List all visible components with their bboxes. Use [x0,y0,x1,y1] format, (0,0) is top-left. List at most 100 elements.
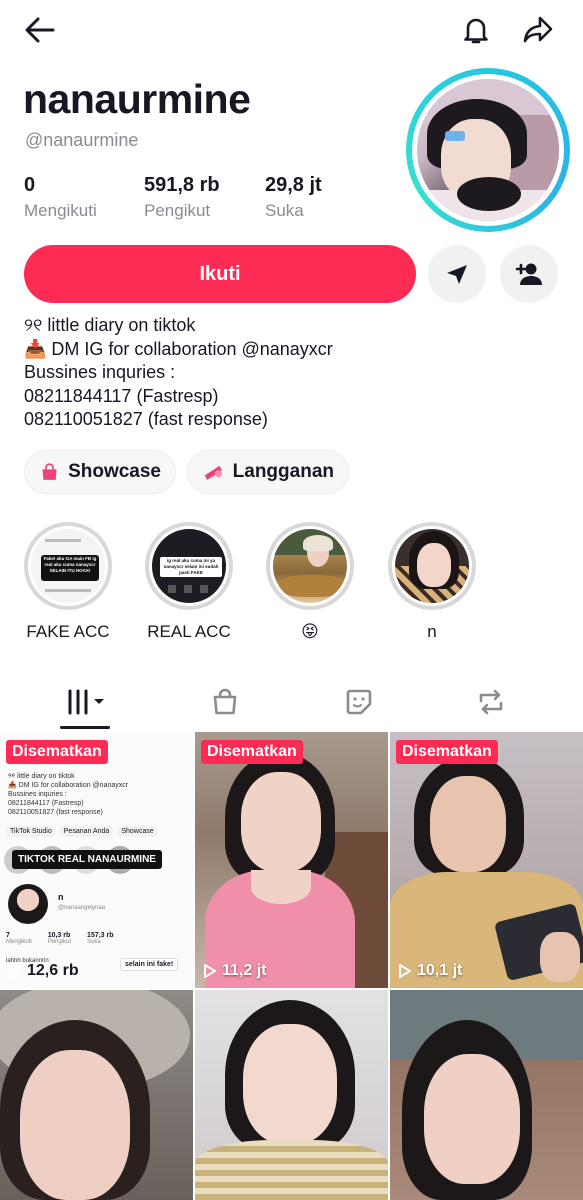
bio-line: 082110051827 (fast response) [24,409,268,429]
video-tile[interactable]: Disematkan 10,1 jt [390,732,583,988]
highlight-n[interactable]: n [388,522,476,641]
highlight-label: REAL ACC [147,622,231,641]
thumb-stat-label: Pengikut [47,939,72,945]
thumb-stat-label: Suka [87,939,101,945]
avatar-photo [417,79,559,221]
highlight-thumbnail [273,529,347,603]
highlight-emoji[interactable]: 😝 [266,522,354,641]
video-grid: ୨୧ little diary on tiktok 📥 DM IG for co… [0,732,583,1200]
subscription-label: Langganan [232,461,334,482]
view-count: 12,6 rb [8,962,79,980]
likes-label: Suka [265,201,304,220]
thumb-chip: TikTok Studio [6,826,56,837]
video-thumbnail [0,990,193,1200]
highlight-label: n [427,622,437,641]
pinned-badge: Disematkan [6,740,108,764]
highlight-label: FAKE ACC [26,622,110,641]
view-count: 10,1 jt [398,962,462,980]
thumb-stat-value: 10,3 rb [47,932,71,939]
thumb-sub-name: n [58,892,64,902]
followers-count: 591,8 rb [144,174,220,196]
video-tile[interactable] [0,990,193,1200]
followers-label: Pengikut [144,201,211,220]
video-thumbnail [195,990,388,1200]
shopping-bag-icon [42,463,57,480]
message-button[interactable] [428,245,486,303]
thumb-stat-value: 157,3 rb [87,932,114,939]
top-bar [0,0,583,60]
video-thumbnail: ୨୧ little diary on tiktok 📥 DM IG for co… [0,732,193,988]
bio-line: 08211844117 (Fastresp) [24,385,219,406]
showcase-button[interactable]: Showcase [24,450,176,494]
highlight-thumbnail: Fake! aku GA main FB ig real aku cuma na… [31,529,105,603]
highlight-caption: ig real aku cuma ini ya nanayxcr selain … [163,558,219,575]
avatar[interactable] [406,68,570,232]
back-arrow-icon[interactable] [20,10,60,50]
follow-button[interactable]: Ikuti [24,245,416,303]
view-count-text: 10,1 jt [417,962,463,979]
following-stat[interactable]: 0 Mengikuti [24,174,97,221]
bio-line: Bussines inquries : [24,362,176,382]
display-name: nanaurmine [23,76,251,122]
thumb-bio-line: ୨୧ little diary on tiktok [8,773,75,780]
video-thumbnail [195,732,388,988]
video-overlay-title: TIKTOK REAL NANAURMINE [12,850,162,869]
video-thumbnail [390,990,583,1200]
play-icon [399,964,411,978]
thumb-note: selain ini fake! [120,958,179,971]
thumb-chip: Showcase [117,826,158,837]
following-count: 0 [24,174,36,196]
highlight-label: 😝 [301,622,319,641]
pinned-badge: Disematkan [201,740,303,764]
view-count: 11,2 jt [203,962,266,980]
view-count-text: 12,6 rb [27,962,79,979]
tab-stickers[interactable] [286,676,431,728]
suggested-accounts-button[interactable] [500,245,558,303]
grid-bars-icon [68,689,104,715]
tab-shop[interactable] [152,676,297,728]
video-tile[interactable] [390,990,583,1200]
username-handle: @nanaurmine [25,130,139,150]
add-user-icon [515,263,542,285]
bio-line: 📥 DM IG for collaboration @nanayxcr [24,338,333,359]
sticker-icon [346,689,371,715]
thumb-stat-value: 7 [6,932,10,939]
subscription-button[interactable]: Langganan [187,450,349,494]
showcase-label: Showcase [68,461,161,482]
likes-stat[interactable]: 29,8 jt Suka [265,174,322,221]
video-thumbnail [390,732,583,988]
followers-stat[interactable]: 591,8 rb Pengikut [144,174,220,221]
shopping-bag-icon [213,688,236,715]
share-icon[interactable] [518,10,558,50]
bell-icon[interactable] [456,10,496,50]
tab-reposts[interactable] [418,676,563,728]
active-tab-indicator [60,726,110,729]
content-tabs [0,676,583,728]
highlight-thumbnail [395,529,469,603]
repost-icon [479,689,502,715]
subscription-icon [204,465,223,480]
view-count-text: 11,2 jt [222,962,267,979]
thumb-bio-line: 082110051827 (fast response) [8,809,103,816]
tab-videos[interactable] [15,676,160,728]
play-icon [9,964,21,978]
highlight-thumbnail: ig real aku cuma ini ya nanayxcr selain … [152,529,226,603]
bio-line: ୨୧ little diary on tiktok [24,315,196,335]
play-icon [204,964,216,978]
video-tile[interactable]: ୨୧ little diary on tiktok 📥 DM IG for co… [0,732,193,988]
following-label: Mengikuti [24,201,97,220]
thumb-sub-handle: @nanaangelynaa [58,905,106,911]
highlight-fake-acc[interactable]: Fake! aku GA main FB ig real aku cuma na… [24,522,112,641]
likes-count: 29,8 jt [265,174,322,196]
pinned-badge: Disematkan [396,740,498,764]
thumb-bio-line: 08211844117 (Fastresp) [8,800,84,807]
bio: ୨୧ little diary on tiktok 📥 DM IG for co… [24,314,333,432]
thumb-chip: Pesanan Anda [59,826,114,837]
video-tile[interactable] [195,990,388,1200]
highlight-caption: Fake! aku GA main FB ig real aku cuma na… [43,556,97,573]
thumb-stat-label: Mengikuti [6,939,32,945]
send-icon [447,265,467,284]
video-tile[interactable]: Disematkan 11,2 jt [195,732,388,988]
thumb-bio-line: 📥 DM IG for collaboration @nanayxcr [8,782,129,789]
highlight-real-acc[interactable]: ig real aku cuma ini ya nanayxcr selain … [145,522,233,641]
